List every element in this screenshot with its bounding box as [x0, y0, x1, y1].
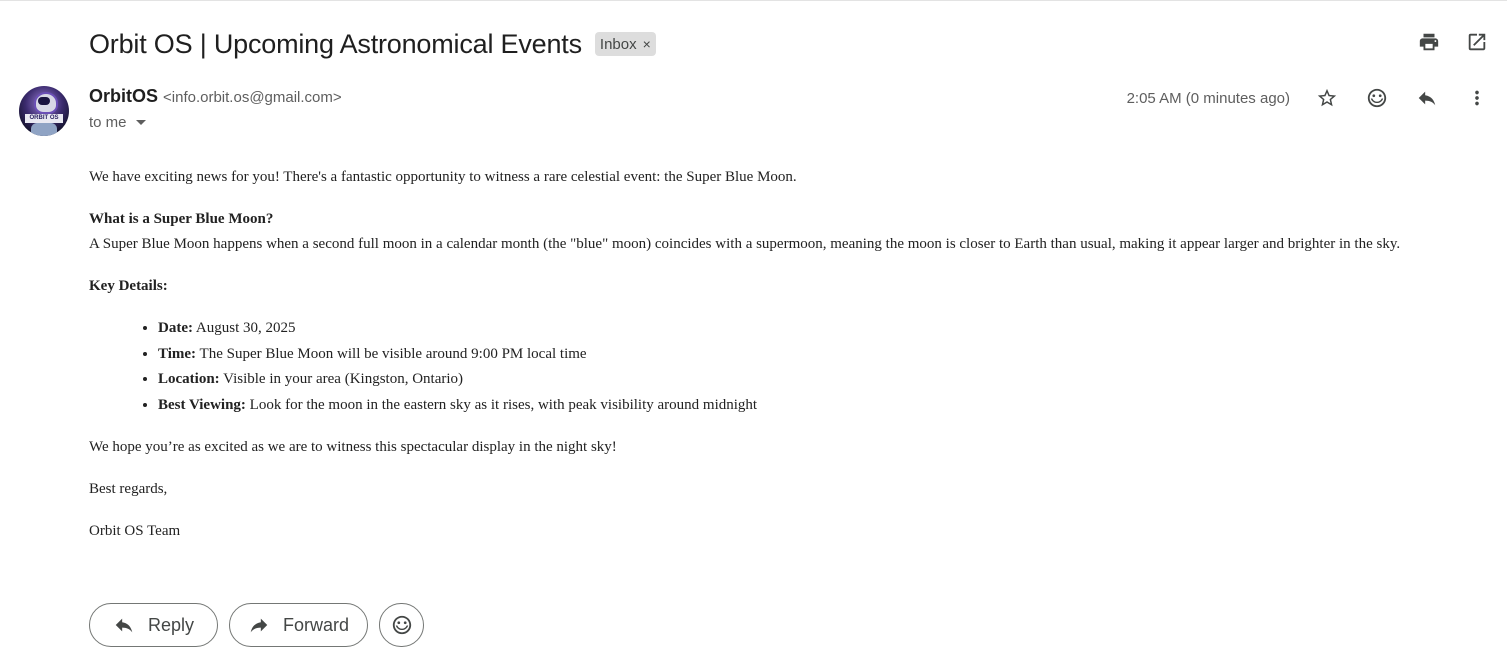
reply-button[interactable]: Reply [89, 603, 218, 647]
key-details-list: Date: August 30, 2025 Time: The Super Bl… [89, 316, 1489, 418]
section-heading-what-is: What is a Super Blue Moon? [89, 211, 274, 227]
reply-button-label: Reply [147, 614, 195, 635]
avatar-logo-text: ORBIT OS [25, 114, 63, 123]
recipient-row[interactable]: to me [89, 114, 146, 131]
sender-avatar[interactable]: ORBIT OS [19, 86, 69, 136]
detail-item-date: Date: August 30, 2025 [158, 316, 1489, 342]
detail-item-best-viewing: Best Viewing: Look for the moon in the e… [158, 393, 1489, 419]
emoji-reaction-button[interactable] [379, 603, 424, 647]
reply-actions: Reply Forward [89, 603, 424, 647]
detail-label: Time: [158, 345, 197, 362]
intro-paragraph: We have exciting news for you! There's a… [89, 169, 797, 185]
detail-value: August 30, 2025 [192, 320, 296, 336]
sender-name[interactable]: OrbitOS [89, 86, 158, 107]
signoff: Best regards, [89, 481, 168, 497]
forward-button[interactable]: Forward [229, 603, 368, 647]
sender-row: OrbitOS <info.orbit.os@gmail.com> [89, 86, 342, 107]
detail-label: Best Viewing: [158, 396, 246, 413]
detail-label: Location: [158, 371, 220, 387]
email-body: We have exciting news for you! There's a… [89, 165, 1489, 544]
detail-item-time: Time: The Super Blue Moon will be visibl… [158, 342, 1489, 368]
forward-button-label: Forward [282, 614, 349, 635]
detail-value: The Super Blue Moon will be visible arou… [196, 345, 587, 362]
label-chip-text: Inbox [599, 35, 637, 53]
print-icon[interactable] [1417, 30, 1441, 54]
explanation-paragraph: A Super Blue Moon happens when a second … [89, 236, 1401, 252]
detail-item-location: Location: Visible in your area (Kingston… [158, 367, 1489, 393]
star-icon[interactable] [1315, 86, 1339, 110]
closing-paragraph: We hope you’re as excited as we are to w… [89, 439, 617, 455]
email-subject: Orbit OS | Upcoming Astronomical Events [89, 28, 582, 59]
forward-icon [250, 618, 268, 633]
remove-label-icon[interactable]: × [643, 36, 651, 52]
detail-label: Date: [158, 320, 193, 336]
emoji-icon[interactable] [1365, 86, 1389, 110]
inbox-label-chip[interactable]: Inbox × [594, 32, 656, 56]
timestamp: 2:05 AM (0 minutes ago) [1126, 89, 1290, 107]
avatar-body-shape [31, 123, 57, 136]
reply-icon[interactable] [1415, 86, 1439, 110]
detail-value: Look for the moon in the eastern sky as … [245, 396, 758, 413]
top-actions [1417, 30, 1489, 54]
open-in-new-window-icon[interactable] [1465, 30, 1489, 54]
signature: Orbit OS Team [89, 523, 181, 539]
emoji-icon [392, 615, 411, 635]
detail-value: Visible in your area (Kingston, Ontario) [219, 371, 464, 387]
section-heading-key-details: Key Details: [89, 278, 168, 294]
recipient-text: to me [89, 114, 127, 131]
subject-row: Orbit OS | Upcoming Astronomical Events … [89, 24, 656, 64]
reply-icon [115, 618, 133, 633]
more-vert-icon[interactable] [1465, 86, 1489, 110]
message-meta: 2:05 AM (0 minutes ago) [1127, 86, 1489, 110]
avatar-visor-shape [38, 97, 50, 105]
recipient-details-caret-icon[interactable] [135, 120, 146, 125]
top-divider [0, 0, 1507, 1]
sender-email: <info.orbit.os@gmail.com> [163, 89, 342, 106]
